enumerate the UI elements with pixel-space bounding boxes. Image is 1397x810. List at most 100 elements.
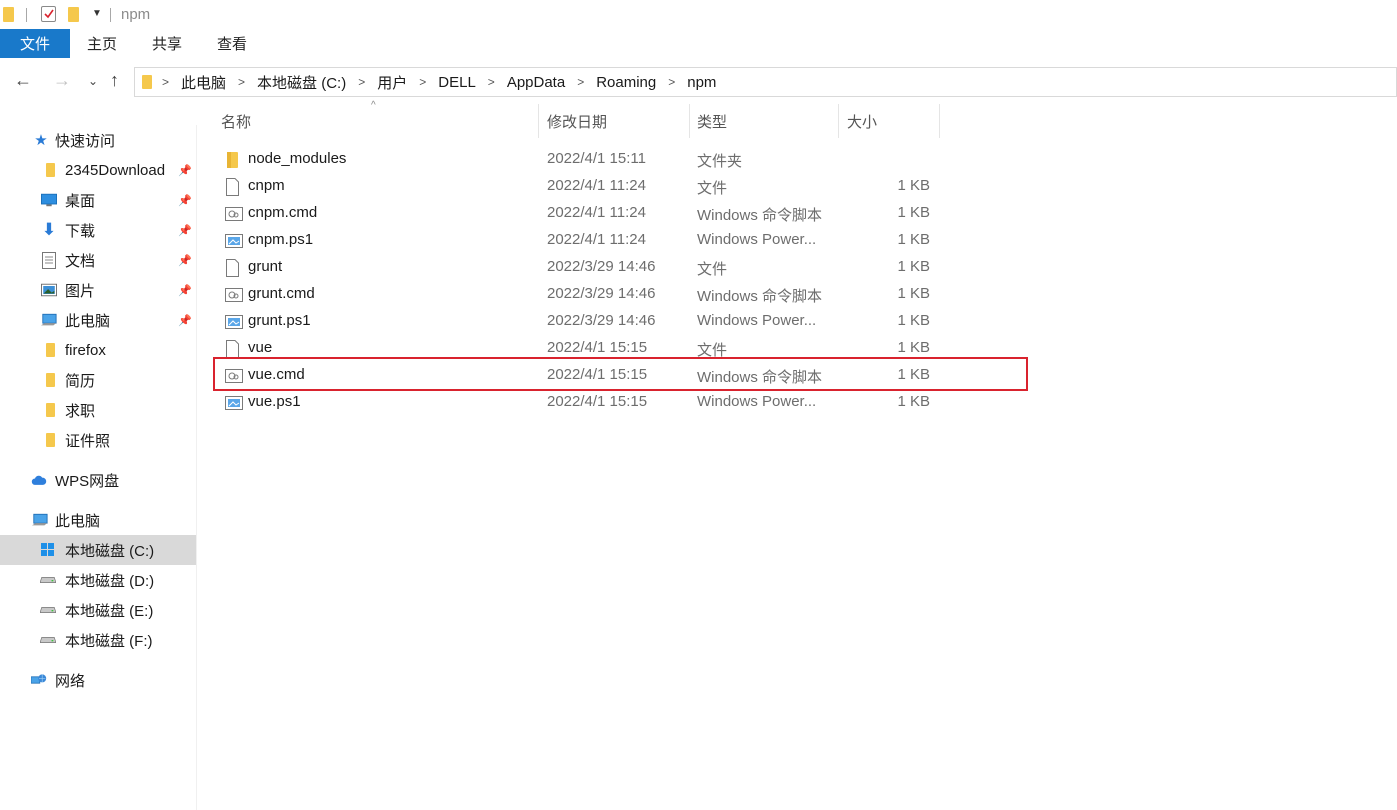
pin-icon[interactable]: 📌 (178, 284, 192, 297)
file-row-cnpm-ps1[interactable]: cnpm.ps1 2022/4/1 11:24 Windows Power...… (213, 227, 940, 254)
sidebar-item-pictures[interactable]: 图片 📌 (0, 275, 196, 305)
column-header-name[interactable]: 名称 (221, 104, 251, 138)
file-type: Windows Power... (697, 312, 817, 329)
pin-icon[interactable]: 📌 (178, 224, 192, 237)
file-date: 2022/4/1 11:24 (547, 204, 646, 221)
column-divider[interactable] (838, 104, 839, 138)
sidebar-item-wps-cloud[interactable]: WPS网盘 (0, 465, 196, 495)
file-name: grunt.ps1 (248, 312, 311, 329)
sidebar-label: 求职 (65, 402, 96, 420)
up-arrow-icon[interactable]: ↑ (110, 70, 119, 91)
breadcrumb-chevron-icon[interactable]: > (668, 75, 675, 89)
file-name: grunt.cmd (248, 285, 315, 302)
breadcrumb-dell[interactable]: DELL (438, 74, 476, 91)
sidebar-item-this-pc-pinned[interactable]: 此电脑 📌 (0, 305, 196, 335)
desktop-icon (41, 192, 57, 208)
sidebar-item-id-photo[interactable]: 证件照 (0, 425, 196, 455)
quick-access-dropdown-icon[interactable]: ▼ (92, 8, 102, 19)
file-name: node_modules (248, 150, 347, 167)
breadcrumb-chevron-icon[interactable]: > (238, 75, 245, 89)
sidebar-label: 快速访问 (55, 132, 116, 150)
breadcrumb-chevron-icon[interactable]: > (162, 75, 169, 89)
file-row-grunt-cmd[interactable]: grunt.cmd 2022/3/29 14:46 Windows 命令脚本 1… (213, 281, 940, 308)
sidebar-label: firefox (65, 341, 106, 359)
folder-icon (42, 402, 58, 418)
sidebar-item-drive-c[interactable]: 本地磁盘 (C:) (0, 535, 196, 565)
sidebar-label: 下载 (65, 222, 96, 240)
sidebar-item-resume[interactable]: 简历 (0, 365, 196, 395)
file-row-cnpm[interactable]: cnpm 2022/4/1 11:24 文件 1 KB (213, 173, 940, 200)
sidebar-item-job-search[interactable]: 求职 (0, 395, 196, 425)
sidebar-item-drive-e[interactable]: 本地磁盘 (E:) (0, 595, 196, 625)
file-date: 2022/3/29 14:46 (547, 258, 656, 275)
ps1-file-icon (225, 315, 243, 329)
back-arrow-icon[interactable]: ← (14, 70, 32, 91)
file-type: 文件 (697, 261, 728, 278)
tab-share[interactable]: 共享 (152, 29, 182, 58)
file-icon (226, 259, 239, 277)
sidebar-item-drive-f[interactable]: 本地磁盘 (F:) (0, 625, 196, 655)
sidebar-label: 本地磁盘 (F:) (65, 632, 153, 650)
breadcrumb-drive-c[interactable]: 本地磁盘 (C:) (257, 72, 346, 93)
file-date: 2022/4/1 15:11 (547, 150, 646, 167)
column-divider[interactable] (689, 104, 690, 138)
file-type: Windows 命令脚本 (697, 207, 823, 224)
recent-locations-chevron-icon[interactable]: ⌄ (88, 74, 98, 88)
new-folder-icon[interactable] (68, 7, 79, 22)
address-bar[interactable]: > 此电脑 > 本地磁盘 (C:) > 用户 > DELL > AppData … (134, 67, 1397, 97)
sidebar-item-quick-access[interactable]: ★ 快速访问 (0, 125, 196, 155)
file-row-vue-ps1[interactable]: vue.ps1 2022/4/1 15:15 Windows Power... … (213, 389, 940, 416)
pin-icon[interactable]: 📌 (178, 164, 192, 177)
sidebar-label: WPS网盘 (55, 472, 120, 490)
breadcrumb-roaming[interactable]: Roaming (596, 74, 656, 91)
file-row-cnpm-cmd[interactable]: cnpm.cmd 2022/4/1 11:24 Windows 命令脚本 1 K… (213, 200, 940, 227)
tab-home[interactable]: 主页 (87, 29, 117, 58)
sidebar-item-documents[interactable]: 文档 📌 (0, 245, 196, 275)
tab-view[interactable]: 查看 (217, 29, 247, 58)
forward-arrow-icon[interactable]: → (53, 70, 71, 91)
sidebar-item-downloads[interactable]: ⬇ 下载 📌 (0, 215, 196, 245)
breadcrumb-npm[interactable]: npm (687, 74, 716, 91)
breadcrumb-chevron-icon[interactable]: > (358, 75, 365, 89)
sidebar-item-drive-d[interactable]: 本地磁盘 (D:) (0, 565, 196, 595)
sidebar-label: 图片 (65, 282, 96, 300)
column-header-type[interactable]: 类型 (697, 104, 727, 138)
breadcrumb-appdata[interactable]: AppData (507, 74, 565, 91)
sidebar-item-2345download[interactable]: 2345Download 📌 (0, 155, 196, 185)
breadcrumb-this-pc[interactable]: 此电脑 (181, 72, 226, 93)
star-icon: ★ (34, 132, 48, 149)
sidebar-label: 网络 (55, 672, 86, 690)
breadcrumb-chevron-icon[interactable]: > (419, 75, 426, 89)
column-header-date[interactable]: 修改日期 (547, 104, 607, 138)
file-name: cnpm (248, 177, 285, 194)
sidebar-item-network[interactable]: 网络 (0, 665, 196, 695)
file-type: Windows 命令脚本 (697, 288, 823, 305)
pin-icon[interactable]: 📌 (178, 194, 192, 207)
sidebar-item-firefox[interactable]: firefox (0, 335, 196, 365)
file-size: 1 KB (897, 204, 930, 221)
file-row-grunt-ps1[interactable]: grunt.ps1 2022/3/29 14:46 Windows Power.… (213, 308, 940, 335)
divider (26, 8, 27, 22)
file-row-grunt[interactable]: grunt 2022/3/29 14:46 文件 1 KB (213, 254, 940, 281)
sidebar-label: 此电脑 (65, 312, 111, 330)
sidebar-item-desktop[interactable]: 桌面 📌 (0, 185, 196, 215)
properties-check-icon[interactable] (41, 6, 56, 22)
file-size: 1 KB (897, 285, 930, 302)
sidebar-item-this-pc[interactable]: 此电脑 (0, 505, 196, 535)
tab-file[interactable]: 文件 (0, 29, 70, 58)
file-row-node-modules[interactable]: node_modules 2022/4/1 15:11 文件夹 (213, 146, 940, 173)
file-size: 1 KB (897, 339, 930, 356)
column-header-size[interactable]: 大小 (847, 104, 877, 138)
breadcrumb-users[interactable]: 用户 (377, 72, 407, 93)
navigation-pane: ★ 快速访问 2345Download 📌 桌面 📌 ⬇ 下载 📌 文档 📌 图… (0, 125, 197, 810)
column-divider[interactable] (538, 104, 539, 138)
pin-icon[interactable]: 📌 (178, 254, 192, 267)
cmd-file-icon (225, 288, 243, 302)
file-name: vue (248, 339, 273, 356)
drive-icon (40, 602, 56, 618)
column-divider[interactable] (939, 104, 940, 138)
windows-drive-icon (40, 542, 56, 558)
breadcrumb-chevron-icon[interactable]: > (488, 75, 495, 89)
pin-icon[interactable]: 📌 (178, 314, 192, 327)
breadcrumb-chevron-icon[interactable]: > (577, 75, 584, 89)
